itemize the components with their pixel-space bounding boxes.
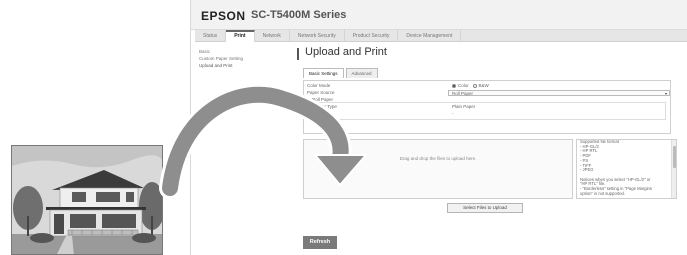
tab-product-security[interactable]: Product Security [345, 30, 399, 42]
sidebar: Basic Custom Paper Setting Upload and Pr… [199, 48, 289, 69]
formats-line: option" is not supported. [580, 190, 626, 196]
color-mode-label: Color Mode [307, 83, 331, 88]
house-illustration [12, 146, 162, 254]
tab-network[interactable]: Network [255, 30, 290, 42]
paper-source-label: Paper Source [307, 90, 335, 95]
supported-formats-box: Supported file format - HP-GL/2 - HP RTL… [576, 139, 677, 199]
sidebar-item-basic[interactable]: Basic [199, 48, 289, 55]
brand-logo: EPSON [201, 9, 246, 23]
tab-print[interactable]: Print [226, 30, 255, 42]
drop-zone-text: Drag and drop the files to upload here. [399, 156, 477, 161]
color-option-label: Color [458, 83, 469, 88]
paper-type-label: Paper Type [314, 104, 337, 109]
tab-device-management[interactable]: Device Management [398, 30, 462, 42]
model-name: SC-T5400M Series [251, 9, 347, 21]
paper-source-select[interactable]: Roll Paper ▾ [448, 90, 670, 96]
paper-source-value: Roll Paper [452, 91, 474, 96]
paper-type-value: Plain Paper [452, 104, 476, 109]
tab-advanced[interactable]: Advanced [345, 68, 378, 78]
roll-paper-panel [310, 102, 666, 120]
web-config-window: EPSON SC-T5400M Series Status Print Netw… [190, 0, 687, 255]
bw-option-label: B&W [478, 83, 489, 88]
main-content: Upload and Print Basic Settings Advanced… [297, 44, 682, 255]
sidebar-item-upload-and-print[interactable]: Upload and Print [199, 62, 289, 69]
main-tabs: Status Print Network Network Security Pr… [195, 30, 687, 42]
file-drop-zone[interactable]: Drag and drop the files to upload here. [303, 139, 573, 199]
settings-tabs: Basic Settings Advanced [303, 68, 380, 78]
scrollbar-thumb[interactable] [673, 146, 676, 168]
select-files-button[interactable]: Select Files to Upload [447, 203, 523, 213]
chevron-down-icon: ▾ [664, 91, 667, 96]
width-value: - [452, 111, 454, 116]
tab-status[interactable]: Status [195, 30, 227, 42]
page-title: Upload and Print [305, 46, 387, 58]
color-radio[interactable] [452, 83, 456, 88]
color-mode-options: Color B&W [452, 83, 489, 88]
house-photo [11, 145, 163, 255]
tab-basic-settings[interactable]: Basic Settings [303, 68, 344, 78]
formats-scrollbar[interactable] [671, 140, 676, 198]
tab-network-security[interactable]: Network Security [290, 30, 345, 42]
settings-panel: Color Mode Color B&W Paper Source Roll P… [303, 80, 671, 134]
bw-radio[interactable] [472, 83, 477, 88]
header-bar: EPSON SC-T5400M Series [191, 0, 687, 30]
title-accent [297, 48, 299, 60]
width-label: Width [314, 111, 326, 116]
sidebar-item-custom-paper-setting[interactable]: Custom Paper Setting [199, 55, 289, 62]
refresh-button[interactable]: Refresh [303, 236, 337, 249]
